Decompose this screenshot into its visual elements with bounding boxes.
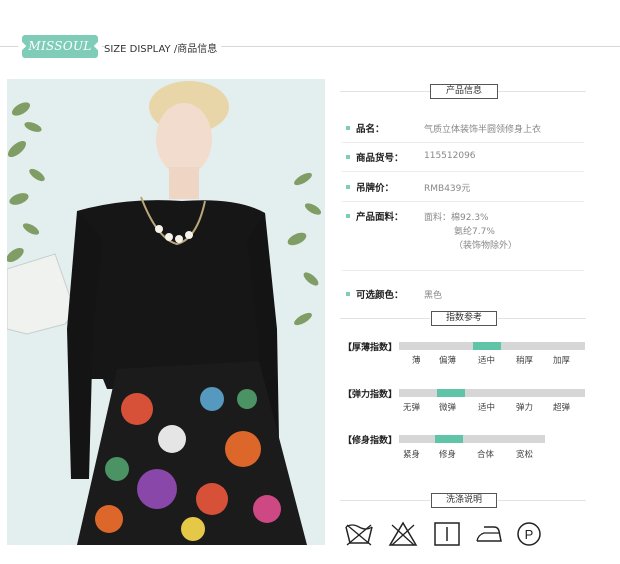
row-divider xyxy=(342,201,584,202)
section-rule-right xyxy=(498,91,586,92)
section-rule-left xyxy=(340,91,430,92)
thickness-tick: 加厚 xyxy=(553,356,571,366)
elasticity-tick: 无弹 xyxy=(403,403,421,413)
price-value: RMB439元 xyxy=(424,184,471,194)
thickness-tick: 薄 xyxy=(412,356,421,366)
elasticity-tick: 微弹 xyxy=(439,403,457,413)
thickness-tick: 偏薄 xyxy=(439,356,457,366)
thickness-index-label: 【厚薄指数】 xyxy=(343,343,398,353)
section-rule-left xyxy=(340,318,430,319)
thickness-tick: 稍厚 xyxy=(516,356,534,366)
sku-label: 商品货号： xyxy=(346,150,404,164)
name-value: 气质立体装饰半圆领修身上衣 xyxy=(424,125,542,135)
fabric-value-line3: （装饰物除外） xyxy=(454,241,518,251)
bullet-icon xyxy=(346,126,350,130)
elasticity-tick: 超弹 xyxy=(553,403,571,413)
dry-clean-p-icon: P xyxy=(517,522,541,546)
fabric-label: 产品面料： xyxy=(346,209,404,223)
page-title: SIZE DISPLAY /商品信息 xyxy=(104,40,222,55)
elasticity-index-marker xyxy=(437,389,465,397)
svg-text:P: P xyxy=(525,527,534,542)
bullet-icon xyxy=(346,155,350,159)
section-rule-right xyxy=(498,318,586,319)
product-photo xyxy=(7,79,325,545)
no-wash-icon xyxy=(345,524,373,546)
no-bleach-icon xyxy=(388,521,418,546)
iron-low-icon xyxy=(476,526,502,542)
row-divider xyxy=(342,142,584,143)
elasticity-index-label: 【弹力指数】 xyxy=(343,390,398,400)
row-divider xyxy=(342,171,584,172)
product-info-title: 产品信息 xyxy=(430,84,498,99)
fabric-value-line2: 氨纶7.7% xyxy=(454,227,495,237)
fit-index-marker xyxy=(435,435,463,443)
bullet-icon xyxy=(346,185,350,189)
fit-index-label: 【修身指数】 xyxy=(343,436,398,446)
model-illustration xyxy=(7,79,325,545)
row-divider xyxy=(342,270,584,271)
color-value: 黑色 xyxy=(424,291,443,301)
washing-title: 洗涤说明 xyxy=(431,493,497,508)
thickness-index-marker xyxy=(473,342,501,350)
fit-tick: 紧身 xyxy=(403,450,421,460)
elasticity-index-bar xyxy=(399,389,585,397)
thickness-index-bar xyxy=(399,342,585,350)
fit-tick: 合体 xyxy=(477,450,495,460)
section-rule-right xyxy=(498,500,586,501)
fabric-value-line1: 面料：棉92.3% xyxy=(424,213,489,223)
name-label: 品名： xyxy=(346,121,385,135)
bullet-icon xyxy=(346,214,350,218)
elasticity-tick: 弹力 xyxy=(516,403,534,413)
elasticity-tick: 适中 xyxy=(478,403,496,413)
fit-index-bar xyxy=(399,435,545,443)
thickness-tick: 适中 xyxy=(478,356,496,366)
section-rule-left xyxy=(340,500,430,501)
brand-logo: MISSOUL xyxy=(22,35,98,58)
sku-value: 115512096 xyxy=(424,151,476,161)
bullet-icon xyxy=(346,292,350,296)
price-label: 吊牌价： xyxy=(346,180,394,194)
color-label: 可选颜色： xyxy=(346,287,404,301)
index-reference-title: 指数参考 xyxy=(431,311,497,326)
fit-tick: 宽松 xyxy=(516,450,534,460)
tumble-dry-line-icon xyxy=(434,522,460,546)
fit-tick: 修身 xyxy=(439,450,457,460)
